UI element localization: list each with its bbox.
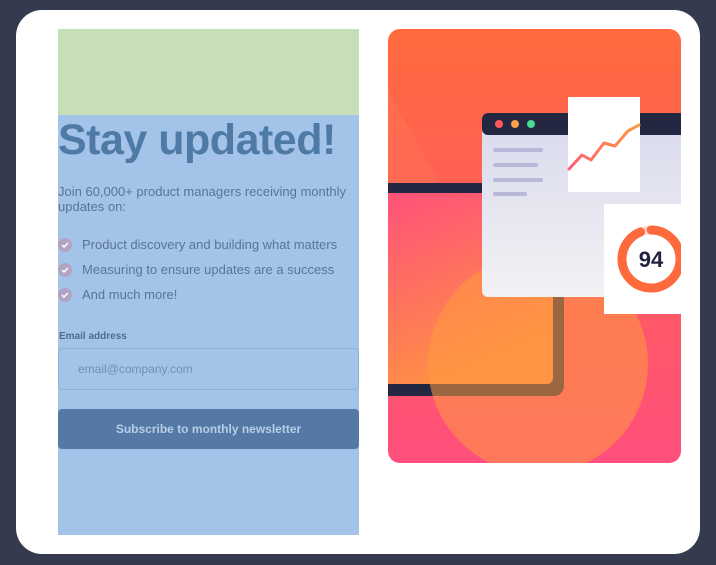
signup-form-area bbox=[58, 115, 359, 535]
email-field[interactable] bbox=[58, 348, 359, 390]
text-line-placeholder bbox=[493, 163, 538, 167]
page-title: Stay updated! bbox=[58, 116, 336, 164]
hero-illustration: 94 bbox=[388, 29, 681, 463]
text-line-placeholder bbox=[493, 148, 543, 152]
benefit-list: Product discovery and building what matt… bbox=[58, 232, 337, 307]
text-line-placeholder bbox=[493, 178, 543, 182]
check-icon bbox=[58, 287, 72, 302]
list-item: Product discovery and building what matt… bbox=[58, 232, 337, 257]
minimize-dot-icon bbox=[511, 120, 519, 128]
list-item: Measuring to ensure updates are a succes… bbox=[58, 257, 337, 282]
intro-text: Join 60,000+ product managers receiving … bbox=[58, 184, 346, 214]
illustration-svg: 94 bbox=[388, 29, 681, 463]
maximize-dot-icon bbox=[527, 120, 535, 128]
list-item-label: Measuring to ensure updates are a succes… bbox=[82, 262, 335, 277]
email-field-label: Email address bbox=[59, 331, 127, 342]
list-item-label: Product discovery and building what matt… bbox=[82, 237, 338, 252]
close-dot-icon bbox=[495, 120, 503, 128]
check-icon bbox=[58, 237, 72, 252]
list-item: And much more! bbox=[58, 282, 337, 307]
score-value: 94 bbox=[639, 247, 664, 272]
list-item-label: And much more! bbox=[82, 287, 178, 302]
subscribe-button[interactable]: Subscribe to monthly newsletter bbox=[58, 409, 359, 449]
check-icon bbox=[58, 262, 72, 277]
text-line-placeholder bbox=[493, 192, 527, 196]
